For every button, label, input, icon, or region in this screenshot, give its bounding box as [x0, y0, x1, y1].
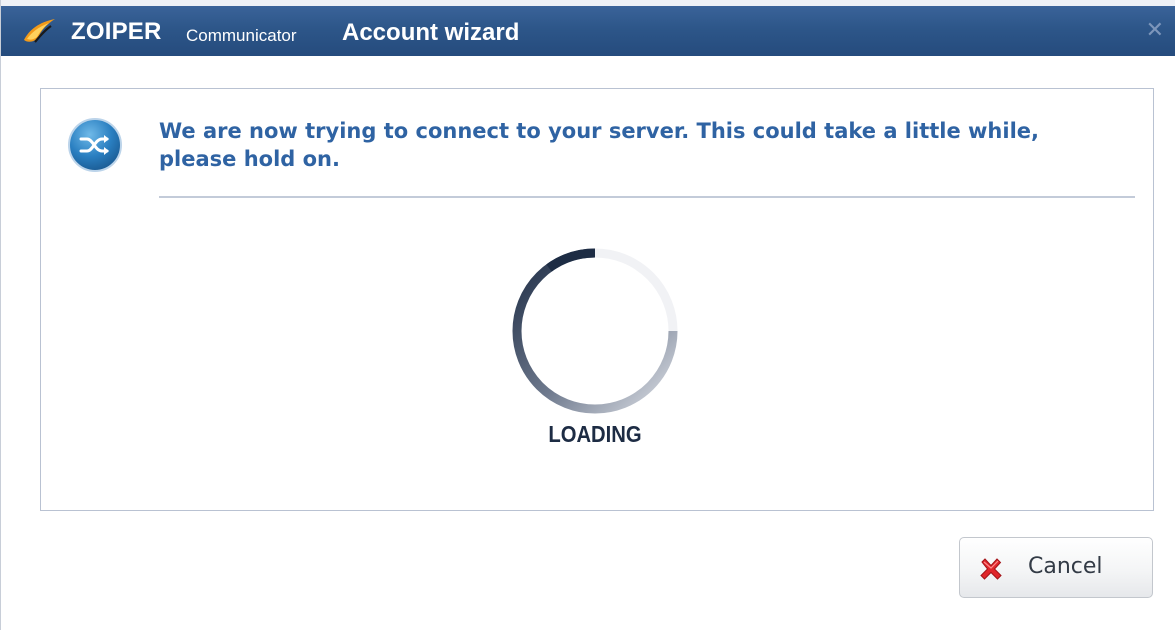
cancel-label: Cancel	[1028, 554, 1103, 579]
loading-spinner	[512, 248, 678, 414]
cancel-button[interactable]: Cancel	[959, 537, 1153, 598]
status-message: We are now trying to connect to your ser…	[159, 119, 1039, 171]
red-x-icon	[980, 558, 1002, 580]
shuffle-connect-icon	[68, 118, 122, 172]
loading-label: LOADING	[548, 421, 642, 447]
title-bar[interactable]: ZOIPER Communicator Account wizard ✕	[1, 0, 1175, 56]
close-icon[interactable]: ✕	[1146, 20, 1164, 42]
brand-name: ZOIPER	[71, 18, 162, 45]
account-wizard-window: ZOIPER Communicator Account wizard ✕ We …	[0, 0, 1175, 630]
connection-panel: We are now trying to connect to your ser…	[40, 88, 1154, 511]
divider	[159, 196, 1135, 198]
brand-subtitle: Communicator	[186, 26, 297, 45]
zoiper-logo-icon	[24, 19, 55, 43]
window-title: Account wizard	[342, 19, 520, 46]
